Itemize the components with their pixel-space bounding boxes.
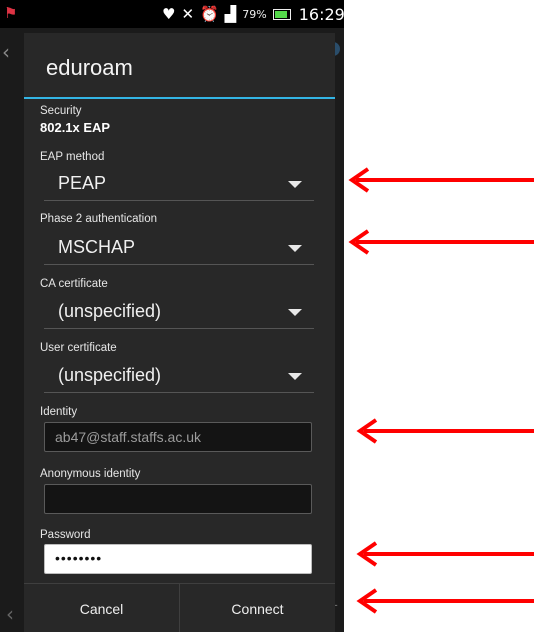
signal-icon: ▟ <box>224 5 237 23</box>
ca-certificate-value: (unspecified) <box>58 301 162 321</box>
eap-method-spinner[interactable]: PEAP <box>44 169 314 201</box>
annotation-arrow-connect <box>356 588 534 614</box>
phone-screen: ⚑ ♥ ✕ ⏰ ▟ 79% 16:29 ‹ ‹ – eduroam Securi… <box>0 0 344 632</box>
user-certificate-label: User certificate <box>40 342 117 354</box>
phase2-value: MSCHAP <box>58 237 136 257</box>
annotation-arrow-password <box>356 541 534 567</box>
dropdown-arrow-icon <box>288 245 302 252</box>
phase2-spinner[interactable]: MSCHAP <box>44 233 314 265</box>
user-certificate-spinner[interactable]: (unspecified) <box>44 361 314 393</box>
flag-icon: ⚑ <box>4 4 18 22</box>
title-divider <box>24 97 335 99</box>
password-field[interactable]: •••••••• <box>44 544 312 574</box>
wifi-config-dialog: eduroam Security 802.1x EAP EAP method P… <box>24 33 335 632</box>
eap-method-value: PEAP <box>58 173 107 193</box>
status-bar: ⚑ ♥ ✕ ⏰ ▟ 79% 16:29 <box>0 0 344 28</box>
dropdown-arrow-icon <box>288 181 302 188</box>
phase2-label: Phase 2 authentication <box>40 213 158 225</box>
spinner-underline <box>44 328 314 329</box>
identity-value: ab47@staff.staffs.ac.uk <box>55 429 202 445</box>
annotation-arrow-eap-method <box>348 167 534 193</box>
clock-time: 16:29 <box>298 4 344 24</box>
heart-shield-icon: ♥ <box>162 5 176 23</box>
connect-button[interactable]: Connect <box>180 584 335 632</box>
dialog-title: eduroam <box>46 55 133 80</box>
identity-label: Identity <box>40 406 78 418</box>
back-chevron-icon: ‹ <box>2 40 10 64</box>
security-value: 802.1x EAP <box>40 120 111 135</box>
status-icons: ♥ ✕ ⏰ ▟ 79% 16:29 <box>162 3 344 25</box>
annotation-arrow-phase2 <box>348 229 534 255</box>
mute-icon: ✕ <box>181 5 195 23</box>
dropdown-arrow-icon <box>288 373 302 380</box>
identity-field[interactable]: ab47@staff.staffs.ac.uk <box>44 422 312 452</box>
ca-certificate-label: CA certificate <box>40 278 108 290</box>
battery-icon <box>272 8 291 20</box>
anonymous-identity-label: Anonymous identity <box>40 468 141 480</box>
ca-certificate-spinner[interactable]: (unspecified) <box>44 297 314 329</box>
spinner-underline <box>44 200 314 201</box>
eap-method-label: EAP method <box>40 151 105 163</box>
spinner-underline <box>44 392 314 393</box>
alarm-icon: ⏰ <box>200 5 219 23</box>
dialog-buttons: Cancel Connect <box>24 583 335 632</box>
battery-percent: 79% <box>242 7 267 21</box>
security-label: Security <box>40 105 82 117</box>
annotation-arrow-identity <box>356 418 534 444</box>
password-label: Password <box>40 529 91 541</box>
bottom-chevron-icon: ‹ <box>6 602 14 626</box>
spinner-underline <box>44 264 314 265</box>
user-certificate-value: (unspecified) <box>58 365 162 385</box>
anonymous-identity-field[interactable] <box>44 484 312 514</box>
password-value: •••••••• <box>55 550 103 566</box>
dropdown-arrow-icon <box>288 309 302 316</box>
cancel-button[interactable]: Cancel <box>24 584 179 632</box>
